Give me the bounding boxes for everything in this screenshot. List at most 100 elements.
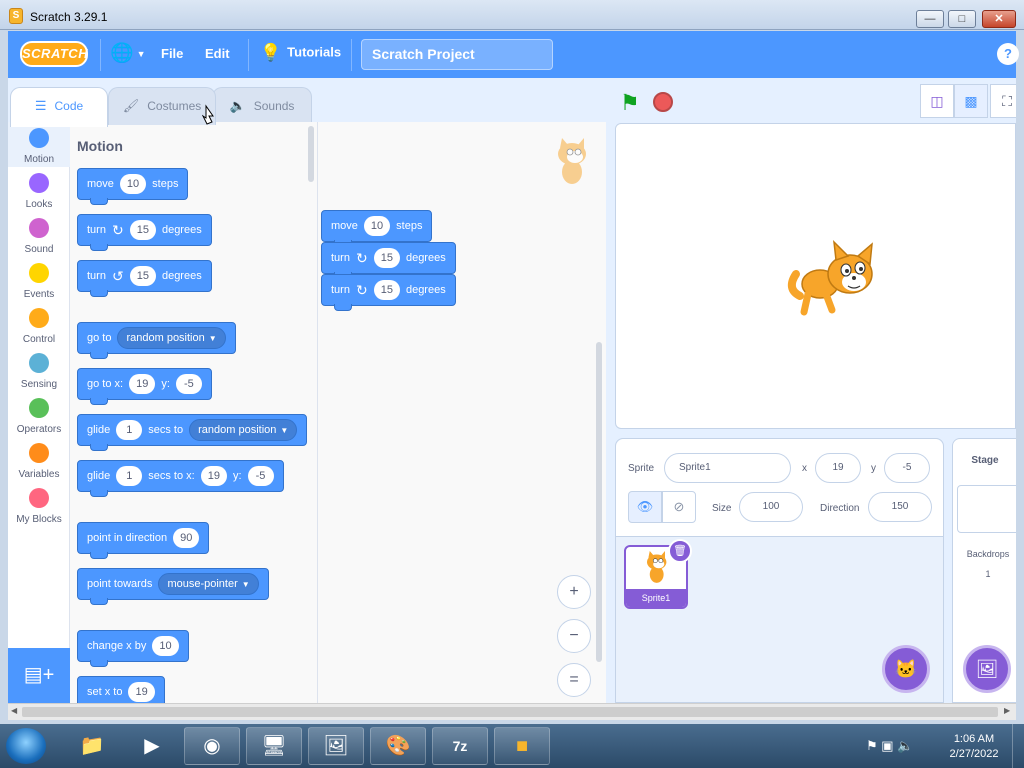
fullscreen-button[interactable]: ⛶ [990,84,1016,118]
normal-stage-button[interactable]: ▩ [954,84,988,118]
category-looks[interactable]: Looks [8,167,70,212]
green-flag-button[interactable]: ⚑ [620,90,640,116]
language-menu[interactable]: 🌐 ▼ [110,43,150,67]
size-input[interactable]: 100 [739,492,803,522]
choose-sprite-button[interactable]: 🐱 [882,645,930,693]
close-button[interactable]: ✕ [982,10,1016,28]
script-area-scrollbar[interactable] [596,342,602,662]
block-point-towards[interactable]: point towards mouse-pointer ▼ [77,568,269,605]
paint-taskbar-icon[interactable]: 🎨 [370,727,426,765]
y-input[interactable]: -5 [884,453,930,483]
script-area[interactable]: move 10 steps turn ↻ 15 degrees turn ↻ 1… [318,122,606,703]
block-move-steps[interactable]: move 10 steps [77,168,189,205]
scroll-left-icon[interactable]: ◀ [11,706,17,715]
block-change-x[interactable]: change x by 10 [77,630,189,667]
script-block-turn[interactable]: turn ↻ 15 degrees [321,242,456,279]
x-change-input[interactable]: 10 [152,636,179,656]
hide-sprite-button[interactable]: ⊘ [662,491,696,523]
scratch-taskbar-icon[interactable]: ■ [494,727,550,765]
tutorials-button[interactable]: 💡 Tutorials [260,43,341,63]
file-explorer-taskbar-icon[interactable]: 📁 [64,727,120,765]
y-input[interactable]: -5 [175,374,202,394]
scroll-right-icon[interactable]: ▶ [1004,706,1010,715]
small-stage-button[interactable]: ◫ [920,84,954,118]
control-panel-taskbar-icon[interactable]: 🖥 [246,727,302,765]
tab-costumes[interactable]: 🖌 Costumes [108,87,216,125]
scrollbar-thumb[interactable] [22,707,998,717]
direction-input[interactable]: 150 [868,492,932,522]
degrees-input[interactable]: 15 [373,248,400,268]
media-player-taskbar-icon[interactable]: ▶ [124,727,180,765]
category-sound[interactable]: Sound [8,212,70,257]
category-events[interactable]: Events [8,257,70,302]
block-glide-to[interactable]: glide 1 secs to random position ▼ [77,414,308,451]
maximize-button[interactable]: □ [948,10,976,28]
block-set-x[interactable]: set x to 19 [77,676,165,703]
category-my-blocks[interactable]: My Blocks [8,482,70,527]
block-point-in-direction[interactable]: point in direction 90 [77,522,210,559]
degrees-input[interactable]: 15 [129,220,156,240]
flag-tray-icon[interactable]: ⚑ [866,738,878,753]
sprite-name-input[interactable]: Sprite1 [664,453,791,483]
category-motion[interactable]: Motion [8,122,70,167]
tab-sounds[interactable]: 🔈 Sounds [212,87,312,125]
chrome-taskbar-icon[interactable]: ◉ [184,727,240,765]
help-icon[interactable]: ? [997,43,1019,65]
steps-input[interactable]: 10 [119,174,147,194]
block-glide-to-xy[interactable]: glide 1 secs to x: 19 y: -5 [77,460,284,497]
block-turn-right[interactable]: turn ↻ 15 degrees [77,214,212,251]
secs-input[interactable]: 1 [116,466,143,486]
degrees-input[interactable]: 15 [373,280,400,300]
block-text: move [331,220,358,232]
scratch-logo[interactable]: SCRATCH [20,41,88,67]
zoom-out-button[interactable]: − [557,619,591,653]
direction-input[interactable]: 90 [173,528,200,548]
x-input[interactable]: 19 [815,453,861,483]
category-operators[interactable]: Operators [8,392,70,437]
script-block-turn[interactable]: turn ↻ 15 degrees [321,274,456,311]
category-sensing[interactable]: Sensing [8,347,70,392]
delete-sprite-button[interactable]: 🗑 [668,539,692,563]
category-control[interactable]: Control [8,302,70,347]
category-variables[interactable]: Variables [8,437,70,482]
block-go-to-xy[interactable]: go to x: 19 y: -5 [77,368,212,405]
window-horizontal-scrollbar[interactable]: ◀ ▶ [8,703,1016,720]
sprite-cat-icon[interactable] [786,234,886,324]
start-button[interactable] [6,728,46,764]
network-tray-icon[interactable]: ▣ [881,738,893,753]
minimize-button[interactable]: — [916,10,944,28]
script-block-move[interactable]: move 10 steps [321,210,433,247]
goto-target-dropdown[interactable]: random position ▼ [117,327,226,349]
stop-button[interactable] [653,92,673,112]
steps-input[interactable]: 10 [363,216,391,236]
show-desktop-button[interactable] [1012,724,1024,768]
add-extension-button[interactable]: ▤+ [8,648,70,703]
clock[interactable]: 1:06 AM 2/27/2022 [946,732,1002,762]
block-go-to[interactable]: go to random position ▼ [77,322,236,359]
towards-target-dropdown[interactable]: mouse-pointer ▼ [158,573,259,595]
x-input[interactable]: 19 [129,374,156,394]
edit-menu[interactable]: Edit [205,46,230,61]
x-set-input[interactable]: 19 [128,682,155,702]
photo-viewer-taskbar-icon[interactable]: 🖼 [308,727,364,765]
choose-backdrop-button[interactable]: 🖼 [963,645,1011,693]
stage[interactable] [615,123,1016,429]
stage-thumbnail[interactable] [957,485,1016,533]
block-text: degrees [161,270,202,282]
7zip-taskbar-icon[interactable]: 7z [432,727,488,765]
tab-code[interactable]: ☰ Code [10,87,108,127]
degrees-input[interactable]: 15 [129,266,156,286]
file-menu[interactable]: File [161,46,183,61]
glide-target-dropdown[interactable]: random position ▼ [189,419,298,441]
stage-selector[interactable]: Stage Backdrops 1 🖼 [952,438,1016,703]
block-turn-left[interactable]: turn ↺ 15 degrees [77,260,212,297]
show-sprite-button[interactable]: 👁 [628,491,662,523]
y-input[interactable]: -5 [247,466,274,486]
palette-scrollbar[interactable] [308,126,314,182]
x-input[interactable]: 19 [200,466,227,486]
zoom-in-button[interactable]: + [557,575,591,609]
zoom-reset-button[interactable]: = [557,663,591,697]
volume-tray-icon[interactable]: 🔈 [897,738,913,753]
project-title-input[interactable]: Scratch Project [361,39,553,70]
secs-input[interactable]: 1 [116,420,143,440]
